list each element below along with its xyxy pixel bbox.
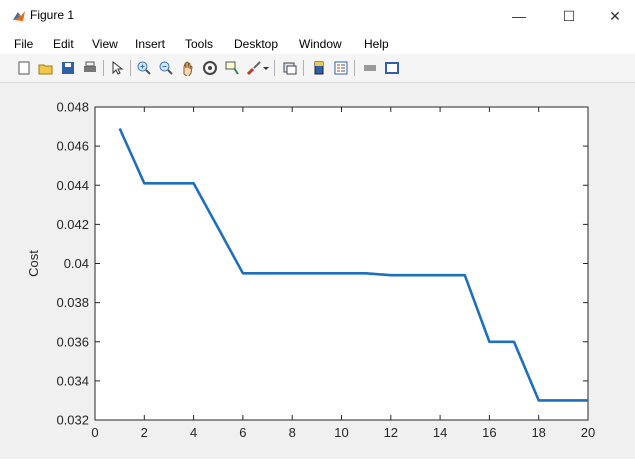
y-tick-label: 0.032 [56, 413, 89, 428]
x-tick-label: 2 [141, 425, 148, 440]
toolbar-separator [354, 60, 355, 76]
y-tick-label: 0.046 [56, 139, 89, 154]
close-button[interactable]: ✕ [593, 2, 635, 30]
maximize-button[interactable]: ☐ [547, 2, 591, 30]
y-axis-label: Cost [26, 250, 41, 277]
menu-edit[interactable]: Edit [53, 37, 74, 51]
toolbar-separator [130, 60, 131, 76]
y-tick-label: 0.048 [56, 100, 89, 115]
x-tick-label: 18 [531, 425, 545, 440]
x-tick-label: 20 [581, 425, 595, 440]
edit-plot-arrow-icon[interactable] [109, 60, 125, 76]
y-tick-label: 0.042 [56, 217, 89, 232]
zoom-in-icon[interactable] [136, 60, 152, 76]
window-title: Figure 1 [30, 8, 74, 22]
menu-window[interactable]: Window [299, 37, 342, 51]
open-file-icon[interactable] [38, 60, 54, 76]
brush-icon[interactable] [246, 60, 262, 76]
data-cursor-icon[interactable] [224, 60, 240, 76]
matlab-logo-icon [12, 9, 26, 23]
toolbar-separator [303, 60, 304, 76]
link-plot-icon[interactable] [282, 60, 298, 76]
brush-dropdown-icon[interactable] [262, 60, 270, 76]
menu-help[interactable]: Help [364, 37, 389, 51]
figure-canvas: 0 2 4 6 8 10 12 14 16 18 20 0.032 0.034 0.036 0.038 0.0… [0, 83, 635, 459]
minimize-button[interactable]: — [497, 2, 541, 30]
y-tick-label: 0.044 [56, 178, 89, 193]
zoom-out-icon[interactable] [158, 60, 174, 76]
x-tick-label: 0 [91, 425, 98, 440]
menu-bar: File Edit View Insert Tools Desktop Wind… [0, 32, 635, 54]
plot-area [95, 107, 588, 420]
print-icon[interactable] [82, 60, 98, 76]
insert-colorbar-icon[interactable] [311, 60, 327, 76]
toolbar [0, 54, 635, 83]
x-tick-label: 4 [190, 425, 197, 440]
y-tick-label: 0.038 [56, 295, 89, 310]
x-tick-label: 10 [334, 425, 348, 440]
x-tick-label: 16 [482, 425, 496, 440]
x-tick-label: 14 [433, 425, 447, 440]
y-tick-label: 0.036 [56, 334, 89, 349]
insert-legend-icon[interactable] [333, 60, 349, 76]
x-tick-label: 8 [289, 425, 296, 440]
menu-tools[interactable]: Tools [185, 37, 213, 51]
line-chart[interactable]: 0 2 4 6 8 10 12 14 16 18 20 0.032 0.034 0.036 0.038 0.0… [0, 83, 635, 459]
toolbar-separator [274, 60, 275, 76]
hide-plot-tools-icon[interactable] [362, 60, 378, 76]
save-icon[interactable] [60, 60, 76, 76]
menu-insert[interactable]: Insert [135, 37, 165, 51]
show-plot-tools-icon[interactable] [384, 60, 400, 76]
figure-window: Figure 1 — ☐ ✕ File Edit View Insert Too… [0, 0, 635, 459]
title-bar: Figure 1 — ☐ ✕ [0, 0, 635, 32]
y-tick-label: 0.034 [56, 373, 89, 388]
menu-desktop[interactable]: Desktop [234, 37, 278, 51]
x-tick-label: 6 [239, 425, 246, 440]
pan-hand-icon[interactable] [180, 60, 196, 76]
menu-view[interactable]: View [92, 37, 118, 51]
x-tick-label: 12 [384, 425, 398, 440]
toolbar-separator [103, 60, 104, 76]
new-figure-icon[interactable] [16, 60, 32, 76]
menu-file[interactable]: File [14, 37, 33, 51]
y-tick-label: 0.04 [64, 256, 89, 271]
rotate-3d-icon[interactable] [202, 60, 218, 76]
